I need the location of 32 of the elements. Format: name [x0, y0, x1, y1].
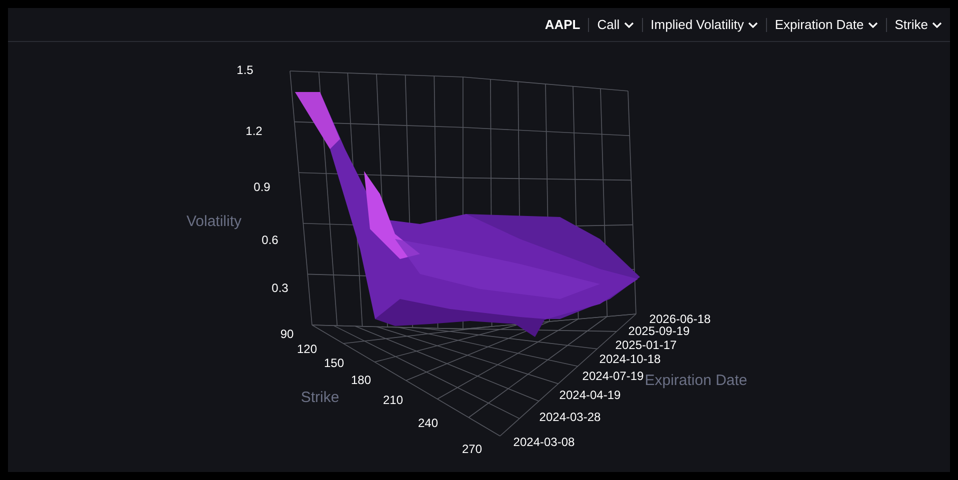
tick-label: 0.9 — [254, 180, 270, 194]
axis-title: Expiration Date — [644, 372, 748, 389]
tick-label: 120 — [296, 342, 318, 356]
tick-label: 0.3 — [272, 281, 288, 296]
chevron-down-icon — [748, 22, 758, 28]
tick-label: 2025-09-19 — [628, 324, 690, 338]
tick-label: 2024-04-19 — [559, 388, 621, 402]
tick-label: 90 — [280, 327, 294, 342]
tick-label: 240 — [418, 416, 438, 430]
tick-label: 150 — [324, 356, 344, 370]
chevron-down-icon — [624, 22, 634, 28]
tick-label: 2024-07-19 — [582, 369, 644, 384]
tick-label: 1.2 — [246, 124, 262, 138]
tick-label: 0.6 — [262, 233, 278, 248]
chevron-down-icon — [932, 22, 942, 28]
dropdown-button[interactable]: Implied Volatility — [650, 14, 758, 34]
tick-label: 2024-03-08 — [513, 435, 575, 450]
symbol-label: AAPL — [544, 16, 580, 34]
axis-title: Strike — [300, 388, 340, 406]
dropdown-button[interactable]: Call — [597, 14, 634, 34]
dropdown-button[interactable]: Expiration Date — [774, 14, 878, 34]
tick-label: 2024-10-18 — [599, 352, 661, 366]
tick-label: 2026-06-18 — [649, 312, 711, 326]
axis-title: Volatility — [186, 212, 242, 230]
tick-label: 210 — [382, 393, 404, 408]
chevron-down-icon — [868, 22, 878, 28]
tick-label: 2025-01-17 — [615, 338, 677, 352]
tick-label: 2024-03-28 — [539, 410, 601, 424]
tick-label: 270 — [462, 442, 482, 456]
dropdown-button[interactable]: Strike — [894, 14, 942, 34]
tick-label: 1.5 — [236, 63, 254, 78]
tick-label: 180 — [350, 373, 372, 388]
